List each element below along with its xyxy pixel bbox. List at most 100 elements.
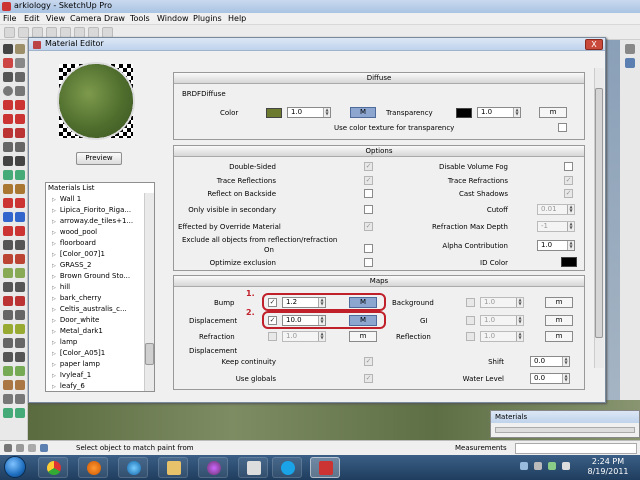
scenes-icon[interactable] bbox=[15, 352, 25, 362]
taskbar-skype[interactable] bbox=[272, 457, 302, 478]
battery-icon[interactable] bbox=[548, 462, 556, 470]
vray-frame-icon[interactable] bbox=[15, 268, 25, 278]
list-item[interactable]: [Color_A05]1 bbox=[52, 349, 105, 357]
spin-arrows-icon[interactable]: ▲ ▼ bbox=[513, 108, 520, 117]
list-item[interactable]: lamp bbox=[52, 338, 78, 346]
menu-file[interactable]: File bbox=[3, 14, 16, 23]
list-item[interactable]: paper lamp bbox=[52, 360, 100, 368]
shadow-icon[interactable] bbox=[3, 394, 13, 404]
background-map-button[interactable]: m bbox=[545, 297, 573, 308]
redo-icon[interactable] bbox=[15, 338, 25, 348]
arc-icon[interactable] bbox=[15, 86, 25, 96]
menu-view[interactable]: View bbox=[46, 14, 65, 23]
select-tool-icon[interactable] bbox=[4, 27, 15, 38]
gi-map-button[interactable]: m bbox=[545, 315, 573, 326]
keep-continuity-checkbox[interactable]: ✓ bbox=[364, 357, 373, 366]
double-sided-checkbox[interactable]: ✓ bbox=[364, 162, 373, 171]
rectangle-icon[interactable] bbox=[3, 72, 13, 82]
list-item[interactable]: floorboard bbox=[52, 239, 96, 247]
spin-arrows-icon[interactable]: ▲ ▼ bbox=[516, 316, 523, 325]
taskbar-folder[interactable] bbox=[158, 457, 188, 478]
menu-draw[interactable]: Draw bbox=[104, 14, 125, 23]
refraction-value-field[interactable]: 1.0 ▲ ▼ bbox=[282, 331, 326, 342]
reflection-checkbox[interactable] bbox=[466, 332, 475, 341]
move-icon[interactable] bbox=[3, 100, 13, 110]
sphere-light-icon[interactable] bbox=[15, 282, 25, 292]
reflect-backside-checkbox[interactable] bbox=[364, 189, 373, 198]
id-color-swatch[interactable] bbox=[561, 257, 577, 267]
flip-edge-icon[interactable] bbox=[15, 240, 25, 250]
proxy-icon[interactable] bbox=[15, 310, 25, 320]
spin-arrows-icon[interactable]: ▲ ▼ bbox=[323, 108, 330, 117]
infinite-plane-icon[interactable] bbox=[3, 310, 13, 320]
gi-value-field[interactable]: 1.0 ▲ ▼ bbox=[480, 315, 524, 326]
pan-icon[interactable] bbox=[15, 170, 25, 180]
refraction-max-depth-field[interactable]: -1 ▲ ▼ bbox=[537, 221, 575, 232]
list-item[interactable]: Door_white bbox=[52, 316, 100, 324]
list-item[interactable]: hill bbox=[52, 283, 70, 291]
rotate-icon[interactable] bbox=[3, 114, 13, 124]
refraction-map-button[interactable]: m bbox=[349, 331, 377, 342]
component-icon[interactable] bbox=[15, 44, 25, 54]
diffuse-header[interactable]: Diffuse bbox=[174, 73, 584, 84]
use-globals-checkbox[interactable]: ✓ bbox=[364, 374, 373, 383]
line-icon[interactable] bbox=[15, 72, 25, 82]
zoom-icon[interactable] bbox=[3, 184, 13, 194]
color-map-button[interactable]: M bbox=[350, 107, 376, 118]
menu-tools[interactable]: Tools bbox=[130, 14, 150, 23]
section-plane-icon[interactable] bbox=[3, 212, 13, 222]
only-visible-secondary-checkbox[interactable] bbox=[364, 205, 373, 214]
spin-arrows-icon[interactable]: ▲ ▼ bbox=[318, 332, 325, 341]
list-item[interactable]: [Color_007]1 bbox=[52, 250, 105, 258]
maps-header[interactable]: Maps bbox=[174, 276, 584, 287]
orbit-icon[interactable] bbox=[3, 170, 13, 180]
circle-icon[interactable] bbox=[3, 86, 13, 96]
list-item[interactable]: Brown Ground Sto... bbox=[52, 272, 130, 280]
text-icon[interactable] bbox=[3, 156, 13, 166]
layers-icon[interactable] bbox=[3, 352, 13, 362]
alpha-contribution-field[interactable]: 1.0 ▲ ▼ bbox=[537, 240, 575, 251]
taskbar-media[interactable] bbox=[198, 457, 228, 478]
reflection-map-button[interactable]: m bbox=[545, 331, 573, 342]
spin-arrows-icon[interactable]: ▲ ▼ bbox=[516, 298, 523, 307]
background-checkbox[interactable] bbox=[466, 298, 475, 307]
list-item[interactable]: Lipica_Fiorito_Riga... bbox=[52, 206, 131, 214]
spin-arrows-icon[interactable]: ▲ ▼ bbox=[516, 332, 523, 341]
menu-camera[interactable]: Camera bbox=[70, 14, 101, 23]
materials-panel-title[interactable]: Materials bbox=[491, 411, 639, 423]
list-item[interactable]: GRASS_2 bbox=[52, 261, 92, 269]
look-around-icon[interactable] bbox=[15, 198, 25, 208]
ies-light-icon[interactable] bbox=[15, 296, 25, 306]
house-icon[interactable] bbox=[3, 380, 13, 390]
flag-icon[interactable] bbox=[562, 462, 570, 470]
transparency-map-button[interactable]: m bbox=[539, 107, 567, 118]
disable-volume-fog-checkbox[interactable] bbox=[564, 162, 573, 171]
tree-icon[interactable] bbox=[3, 366, 13, 376]
list-item[interactable]: Ivyleaf_1 bbox=[52, 371, 91, 379]
info-icon[interactable] bbox=[4, 444, 12, 452]
help-icon[interactable] bbox=[40, 444, 48, 452]
options-header[interactable]: Options bbox=[174, 146, 584, 157]
background-value-field[interactable]: 1.0 ▲ ▼ bbox=[480, 297, 524, 308]
drape-icon[interactable] bbox=[3, 240, 13, 250]
geo-status-icon[interactable] bbox=[16, 444, 24, 452]
zoom-extents-icon[interactable] bbox=[15, 184, 25, 194]
render-settings-icon[interactable] bbox=[15, 254, 25, 264]
dome-light-icon[interactable] bbox=[3, 296, 13, 306]
spin-arrows-icon[interactable]: ▲ ▼ bbox=[562, 374, 569, 383]
taskbar-firefox[interactable] bbox=[78, 457, 108, 478]
light-icon[interactable] bbox=[3, 282, 13, 292]
protractor-icon[interactable] bbox=[15, 142, 25, 152]
material-editor-icon[interactable] bbox=[15, 324, 25, 334]
credits-icon[interactable] bbox=[28, 444, 36, 452]
fur-icon[interactable] bbox=[3, 324, 13, 334]
vray-options-icon[interactable] bbox=[3, 268, 13, 278]
follow-me-icon[interactable] bbox=[15, 114, 25, 124]
axes-icon[interactable] bbox=[15, 156, 25, 166]
exclude-on-checkbox[interactable] bbox=[364, 244, 373, 253]
taskbar-app[interactable] bbox=[238, 457, 268, 478]
tape-measure-icon[interactable] bbox=[3, 142, 13, 152]
geo-icon[interactable] bbox=[3, 408, 13, 418]
shift-field[interactable]: 0.0 ▲ ▼ bbox=[530, 356, 570, 367]
list-item[interactable]: wood_pool bbox=[52, 228, 97, 236]
